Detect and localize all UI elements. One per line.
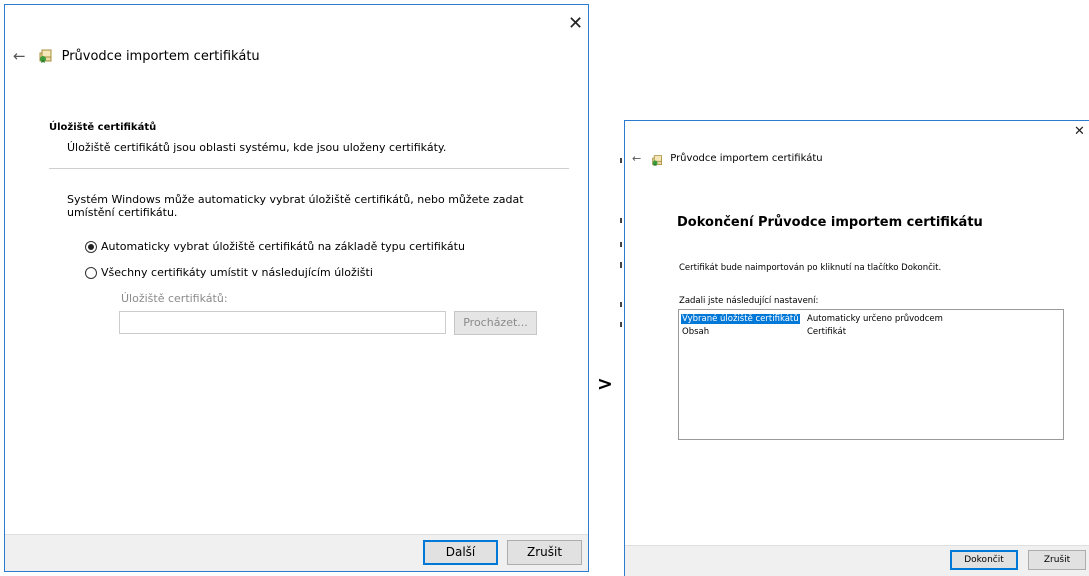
- radio-manual-label: Všechny certifikáty umístit v následujíc…: [101, 266, 373, 279]
- setting-name: Vybrané úložiště certifikátů: [681, 314, 800, 324]
- finish-heading: Dokončení Průvodce importem certifikátu: [677, 215, 983, 230]
- radio-manual-option[interactable]: Všechny certifikáty umístit v následujíc…: [85, 266, 373, 279]
- store-input[interactable]: [119, 311, 446, 334]
- next-button[interactable]: Další: [423, 540, 498, 565]
- import-wizard-window-store: ✕ ← Průvodce importem certifikátu Úložiš…: [4, 4, 589, 572]
- cancel-button[interactable]: Zrušit: [507, 540, 582, 565]
- setting-value: Automaticky určeno průvodcem: [807, 314, 943, 324]
- browse-button[interactable]: Procházet...: [454, 311, 537, 335]
- radio-auto[interactable]: [85, 240, 97, 253]
- wizard-header: ← Průvodce importem certifikátu: [13, 47, 260, 65]
- transition-arrow: >: [597, 373, 613, 395]
- finish-info: Certifikát bude naimportován po kliknutí…: [679, 263, 942, 273]
- section-title: Úložiště certifikátů: [49, 122, 157, 133]
- radio-auto-label: Automaticky vybrat úložiště certifikátů …: [101, 240, 465, 253]
- settings-row[interactable]: Obsah Certifikát: [682, 327, 846, 337]
- section-subtitle: Úložiště certifikátů jsou oblasti systém…: [67, 141, 447, 154]
- window-title: Průvodce importem certifikátu: [61, 48, 260, 64]
- store-label: Úložiště certifikátů:: [121, 292, 228, 305]
- window-title: Průvodce importem certifikátu: [670, 153, 823, 164]
- description-text: Systém Windows může automaticky vybrat ú…: [67, 193, 524, 219]
- back-arrow-icon[interactable]: ←: [13, 47, 26, 65]
- import-wizard-window-finish: ✕ ← Průvodce importem certifikátu Dokonč…: [624, 120, 1089, 576]
- cancel-button[interactable]: Zrušit: [1028, 550, 1086, 570]
- close-icon[interactable]: ✕: [1074, 125, 1085, 138]
- settings-label: Zadali jste následující nastavení:: [679, 296, 819, 306]
- setting-name: Obsah: [682, 327, 710, 337]
- settings-listbox[interactable]: Vybrané úložiště certifikátů Automaticky…: [678, 309, 1064, 440]
- back-arrow-icon[interactable]: ←: [632, 152, 641, 165]
- setting-value: Certifikát: [807, 327, 847, 337]
- certificate-icon: [38, 48, 54, 64]
- footer-bar: Dokončit Zrušit: [625, 545, 1089, 576]
- section-divider: [49, 168, 569, 169]
- wizard-header: ← Průvodce importem certifikátu: [632, 152, 823, 167]
- radio-auto-option[interactable]: Automaticky vybrat úložiště certifikátů …: [85, 240, 465, 253]
- radio-manual[interactable]: [85, 266, 97, 279]
- settings-row[interactable]: Vybrané úložiště certifikátů Automaticky…: [681, 314, 943, 324]
- certificate-icon: [651, 152, 664, 167]
- close-icon[interactable]: ✕: [568, 15, 583, 33]
- footer-bar: Další Zrušit: [5, 534, 588, 571]
- finish-button[interactable]: Dokončit: [950, 550, 1018, 570]
